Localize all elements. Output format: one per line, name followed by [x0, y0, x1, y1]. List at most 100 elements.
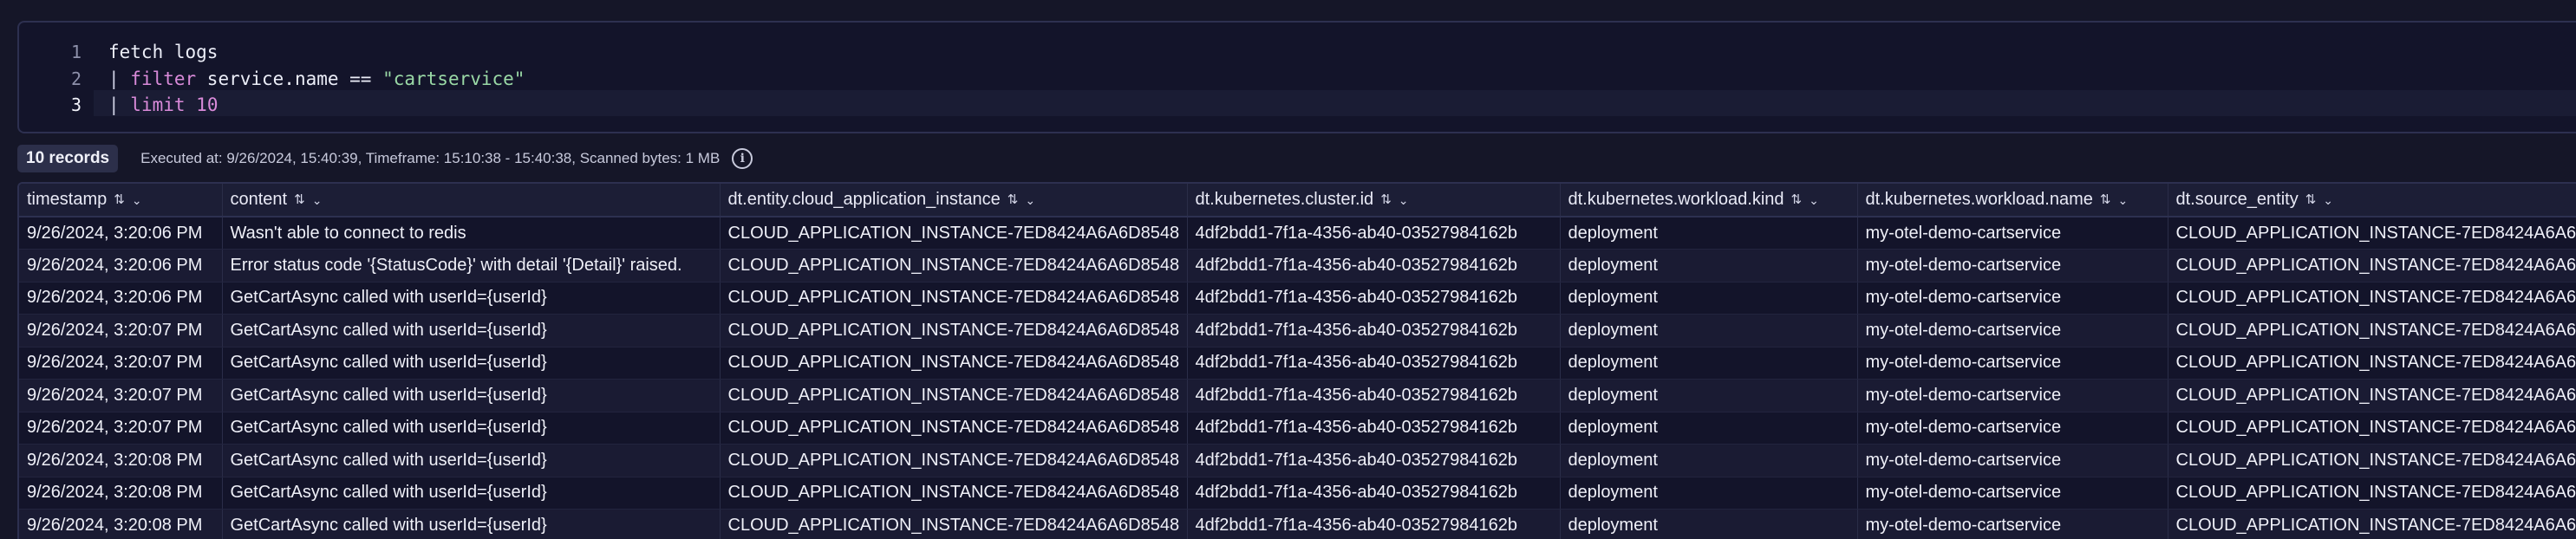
table-row[interactable]: 9/26/2024, 3:20:07 PM GetCartAsync called…	[19, 379, 2576, 412]
table-row[interactable]: 9/26/2024, 3:20:07 PM GetCartAsync called…	[19, 347, 2576, 380]
table-cell[interactable]: deployment	[1560, 444, 1858, 477]
code-line[interactable]: fetch logs	[108, 39, 218, 65]
code-line[interactable]: | filter service.name == "cartservice"	[108, 66, 525, 92]
column-header[interactable]: content ⇅ ⌄	[222, 184, 721, 218]
sort-icon[interactable]: ⇅	[2305, 193, 2317, 206]
query-editor[interactable]: 1 2 3 fetch logs | filter service.name == "…	[17, 21, 2576, 133]
column-header[interactable]: dt.entity.cloud_application_instance ⇅ ⌄	[720, 184, 1188, 218]
table-row[interactable]: 9/26/2024, 3:20:08 PM GetCartAsync called…	[19, 444, 2576, 477]
results-table-container[interactable]: timestamp ⇅ ⌄ content ⇅ ⌄ dt.entity.cloud_appl…	[17, 182, 2576, 539]
table-cell[interactable]: 9/26/2024, 3:20:07 PM	[19, 347, 223, 380]
table-cell[interactable]: GetCartAsync called with userId={userId}	[222, 379, 721, 412]
sort-icon[interactable]: ⇅	[1008, 193, 1019, 206]
table-cell[interactable]: my-otel-demo-cartservice	[1857, 477, 2168, 510]
table-cell[interactable]: my-otel-demo-cartservice	[1857, 217, 2168, 250]
table-row[interactable]: 9/26/2024, 3:20:06 PM GetCartAsync called…	[19, 282, 2576, 315]
table-cell[interactable]: deployment	[1560, 379, 1858, 412]
table-cell[interactable]: CLOUD_APPLICATION_INSTANCE-7ED8424A6A6D8…	[2168, 314, 2576, 347]
table-cell[interactable]: my-otel-demo-cartservice	[1857, 412, 2168, 445]
table-cell[interactable]: CLOUD_APPLICATION_INSTANCE-7ED8424A6A6D8…	[720, 347, 1188, 380]
table-cell[interactable]: CLOUD_APPLICATION_INSTANCE-7ED8424A6A6D8…	[2168, 282, 2576, 315]
table-cell[interactable]: CLOUD_APPLICATION_INSTANCE-7ED8424A6A6D8…	[720, 282, 1188, 315]
table-cell[interactable]: 4df2bdd1-7f1a-4356-ab40-03527984162b	[1187, 444, 1561, 477]
table-cell[interactable]: CLOUD_APPLICATION_INSTANCE-7ED8424A6A6D8…	[720, 444, 1188, 477]
table-cell[interactable]: 9/26/2024, 3:20:06 PM	[19, 249, 223, 282]
chevron-down-icon[interactable]: ⌄	[1399, 194, 1409, 206]
table-cell[interactable]: 9/26/2024, 3:20:08 PM	[19, 444, 223, 477]
sort-icon[interactable]: ⇅	[2100, 193, 2111, 206]
table-cell[interactable]: my-otel-demo-cartservice	[1857, 509, 2168, 539]
table-cell[interactable]: CLOUD_APPLICATION_INSTANCE-7ED8424A6A6D8…	[2168, 509, 2576, 539]
table-cell[interactable]: GetCartAsync called with userId={userId}	[222, 477, 721, 510]
table-cell[interactable]: CLOUD_APPLICATION_INSTANCE-7ED8424A6A6D8…	[2168, 347, 2576, 380]
table-cell[interactable]: Wasn't able to connect to redis	[222, 217, 721, 250]
table-cell[interactable]: GetCartAsync called with userId={userId}	[222, 444, 721, 477]
table-cell[interactable]: 9/26/2024, 3:20:07 PM	[19, 412, 223, 445]
sort-icon[interactable]: ⇅	[1380, 193, 1392, 206]
table-cell[interactable]: my-otel-demo-cartservice	[1857, 314, 2168, 347]
table-cell[interactable]: 9/26/2024, 3:20:08 PM	[19, 509, 223, 539]
table-cell[interactable]: my-otel-demo-cartservice	[1857, 379, 2168, 412]
column-header[interactable]: dt.source_entity ⇅ ⌄	[2168, 184, 2576, 218]
info-circle-icon[interactable]: i	[732, 148, 753, 169]
table-row[interactable]: 9/26/2024, 3:20:07 PM GetCartAsync called…	[19, 412, 2576, 445]
table-cell[interactable]: CLOUD_APPLICATION_INSTANCE-7ED8424A6A6D8…	[720, 509, 1188, 539]
table-cell[interactable]: Error status code '{StatusCode}' with de…	[222, 249, 721, 282]
table-cell[interactable]: CLOUD_APPLICATION_INSTANCE-7ED8424A6A6D8…	[720, 314, 1188, 347]
table-cell[interactable]: CLOUD_APPLICATION_INSTANCE-7ED8424A6A6D8…	[2168, 444, 2576, 477]
sort-icon[interactable]: ⇅	[294, 193, 305, 206]
table-cell[interactable]: CLOUD_APPLICATION_INSTANCE-7ED8424A6A6D8…	[720, 217, 1188, 250]
table-cell[interactable]: 4df2bdd1-7f1a-4356-ab40-03527984162b	[1187, 509, 1561, 539]
table-cell[interactable]: CLOUD_APPLICATION_INSTANCE-7ED8424A6A6D8…	[720, 412, 1188, 445]
table-cell[interactable]: 4df2bdd1-7f1a-4356-ab40-03527984162b	[1187, 217, 1561, 250]
sort-icon[interactable]: ⇅	[1791, 193, 1803, 206]
table-cell[interactable]: 9/26/2024, 3:20:08 PM	[19, 477, 223, 510]
table-cell[interactable]: CLOUD_APPLICATION_INSTANCE-7ED8424A6A6D8…	[2168, 477, 2576, 510]
chevron-down-icon[interactable]: ⌄	[2117, 194, 2128, 206]
table-cell[interactable]: deployment	[1560, 314, 1858, 347]
table-cell[interactable]: GetCartAsync called with userId={userId}	[222, 412, 721, 445]
table-cell[interactable]: CLOUD_APPLICATION_INSTANCE-7ED8424A6A6D8…	[2168, 217, 2576, 250]
chevron-down-icon[interactable]: ⌄	[132, 194, 142, 206]
table-row[interactable]: 9/26/2024, 3:20:08 PM GetCartAsync called…	[19, 477, 2576, 510]
chevron-down-icon[interactable]: ⌄	[312, 194, 323, 206]
chevron-down-icon[interactable]: ⌄	[1809, 194, 1819, 206]
table-cell[interactable]: CLOUD_APPLICATION_INSTANCE-7ED8424A6A6D8…	[720, 379, 1188, 412]
table-cell[interactable]: deployment	[1560, 347, 1858, 380]
table-cell[interactable]: GetCartAsync called with userId={userId}	[222, 347, 721, 380]
table-cell[interactable]: 4df2bdd1-7f1a-4356-ab40-03527984162b	[1187, 477, 1561, 510]
table-cell[interactable]: GetCartAsync called with userId={userId}	[222, 314, 721, 347]
table-cell[interactable]: 4df2bdd1-7f1a-4356-ab40-03527984162b	[1187, 379, 1561, 412]
table-cell[interactable]: 4df2bdd1-7f1a-4356-ab40-03527984162b	[1187, 282, 1561, 315]
table-row[interactable]: 9/26/2024, 3:20:06 PM Error status code '…	[19, 249, 2576, 282]
table-cell[interactable]: deployment	[1560, 412, 1858, 445]
table-row[interactable]: 9/26/2024, 3:20:06 PM Wasn't able to conn…	[19, 217, 2576, 250]
table-cell[interactable]: CLOUD_APPLICATION_INSTANCE-7ED8424A6A6D8…	[720, 477, 1188, 510]
table-cell[interactable]: 9/26/2024, 3:20:07 PM	[19, 379, 223, 412]
table-cell[interactable]: deployment	[1560, 509, 1858, 539]
table-cell[interactable]: my-otel-demo-cartservice	[1857, 249, 2168, 282]
table-cell[interactable]: CLOUD_APPLICATION_INSTANCE-7ED8424A6A6D8…	[720, 249, 1188, 282]
table-cell[interactable]: GetCartAsync called with userId={userId}	[222, 509, 721, 539]
table-cell[interactable]: CLOUD_APPLICATION_INSTANCE-7ED8424A6A6D8…	[2168, 412, 2576, 445]
column-header[interactable]: dt.kubernetes.workload.kind ⇅ ⌄	[1560, 184, 1858, 218]
table-cell[interactable]: deployment	[1560, 249, 1858, 282]
sort-icon[interactable]: ⇅	[114, 193, 125, 206]
table-cell[interactable]: deployment	[1560, 282, 1858, 315]
column-header[interactable]: timestamp ⇅ ⌄	[19, 184, 223, 218]
table-cell[interactable]: deployment	[1560, 477, 1858, 510]
column-header[interactable]: dt.kubernetes.cluster.id ⇅ ⌄	[1187, 184, 1561, 218]
table-cell[interactable]: 4df2bdd1-7f1a-4356-ab40-03527984162b	[1187, 347, 1561, 380]
table-cell[interactable]: 9/26/2024, 3:20:07 PM	[19, 314, 223, 347]
table-cell[interactable]: my-otel-demo-cartservice	[1857, 282, 2168, 315]
code-line[interactable]: | limit 10	[108, 92, 218, 118]
table-cell[interactable]: 4df2bdd1-7f1a-4356-ab40-03527984162b	[1187, 249, 1561, 282]
table-row[interactable]: 9/26/2024, 3:20:07 PM GetCartAsync called…	[19, 314, 2576, 347]
chevron-down-icon[interactable]: ⌄	[1025, 194, 1035, 206]
table-cell[interactable]: 4df2bdd1-7f1a-4356-ab40-03527984162b	[1187, 314, 1561, 347]
table-row[interactable]: 9/26/2024, 3:20:08 PM GetCartAsync called…	[19, 509, 2576, 539]
table-cell[interactable]: GetCartAsync called with userId={userId}	[222, 282, 721, 315]
table-cell[interactable]: 9/26/2024, 3:20:06 PM	[19, 282, 223, 315]
table-cell[interactable]: deployment	[1560, 217, 1858, 250]
table-cell[interactable]: my-otel-demo-cartservice	[1857, 444, 2168, 477]
